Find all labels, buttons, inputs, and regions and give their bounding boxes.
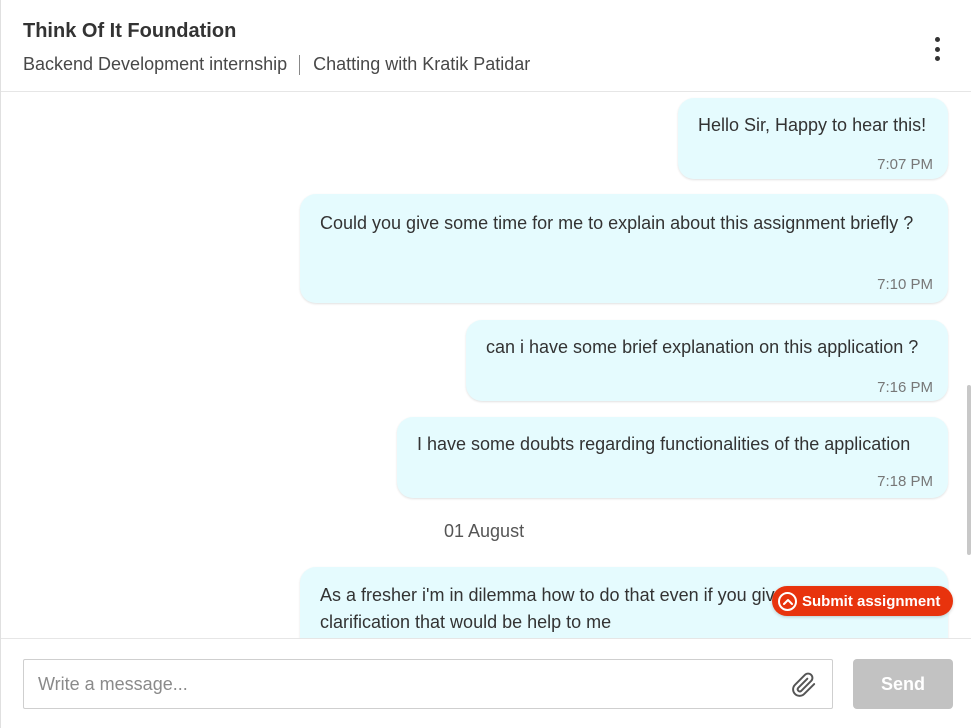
- message-time: 7:07 PM: [877, 156, 933, 173]
- message-text: Could you give some time for me to expla…: [320, 213, 914, 233]
- chat-header: Think Of It Foundation Backend Developme…: [1, 0, 971, 92]
- message-bubble: can i have some brief explanation on thi…: [466, 320, 948, 401]
- date-separator: 01 August: [444, 521, 525, 541]
- subtitle-divider: [299, 54, 301, 75]
- chat-window: Think Of It Foundation Backend Developme…: [0, 0, 971, 728]
- chevron-up-circle-icon: [778, 591, 797, 611]
- message-text: As a fresher i'm in dilemma how to do th…: [320, 585, 785, 632]
- menu-dot: [934, 37, 940, 42]
- message-bubble: Hello Sir, Happy to hear this! 7:07 PM: [678, 98, 948, 179]
- submit-assignment-label: Submit assignment: [802, 592, 941, 610]
- message-time: 7:10 PM: [877, 276, 933, 293]
- internship-title: Backend Development internship: [23, 54, 288, 74]
- message-input-box: [23, 659, 833, 709]
- message-list[interactable]: Hello Sir, Happy to hear this! 7:07 PM C…: [1, 92, 971, 638]
- send-button[interactable]: Send: [853, 659, 953, 709]
- scrollbar-thumb[interactable]: [967, 385, 971, 555]
- message-bubble: Could you give some time for me to expla…: [300, 194, 948, 303]
- message-text: Hello Sir, Happy to hear this!: [698, 115, 927, 135]
- message-text: I have some doubts regarding functionali…: [417, 434, 911, 454]
- submit-assignment-button[interactable]: Submit assignment: [772, 586, 953, 616]
- menu-dot: [934, 56, 940, 61]
- menu-dot: [934, 46, 940, 52]
- message-time: 7:16 PM: [877, 379, 933, 396]
- message-text: can i have some brief explanation on thi…: [486, 337, 919, 357]
- chatting-with-label: Chatting with Kratik Patidar: [313, 54, 531, 74]
- kebab-menu-icon[interactable]: [925, 34, 949, 64]
- message-composer: Send: [1, 638, 971, 728]
- message-input[interactable]: [38, 660, 778, 708]
- chat-subtitle: Backend Development internship Chatting …: [23, 54, 530, 75]
- company-name: Think Of It Foundation: [23, 20, 237, 42]
- message-bubble: I have some doubts regarding functionali…: [397, 417, 948, 498]
- paperclip-icon[interactable]: [791, 671, 817, 699]
- message-time: 7:18 PM: [877, 473, 933, 490]
